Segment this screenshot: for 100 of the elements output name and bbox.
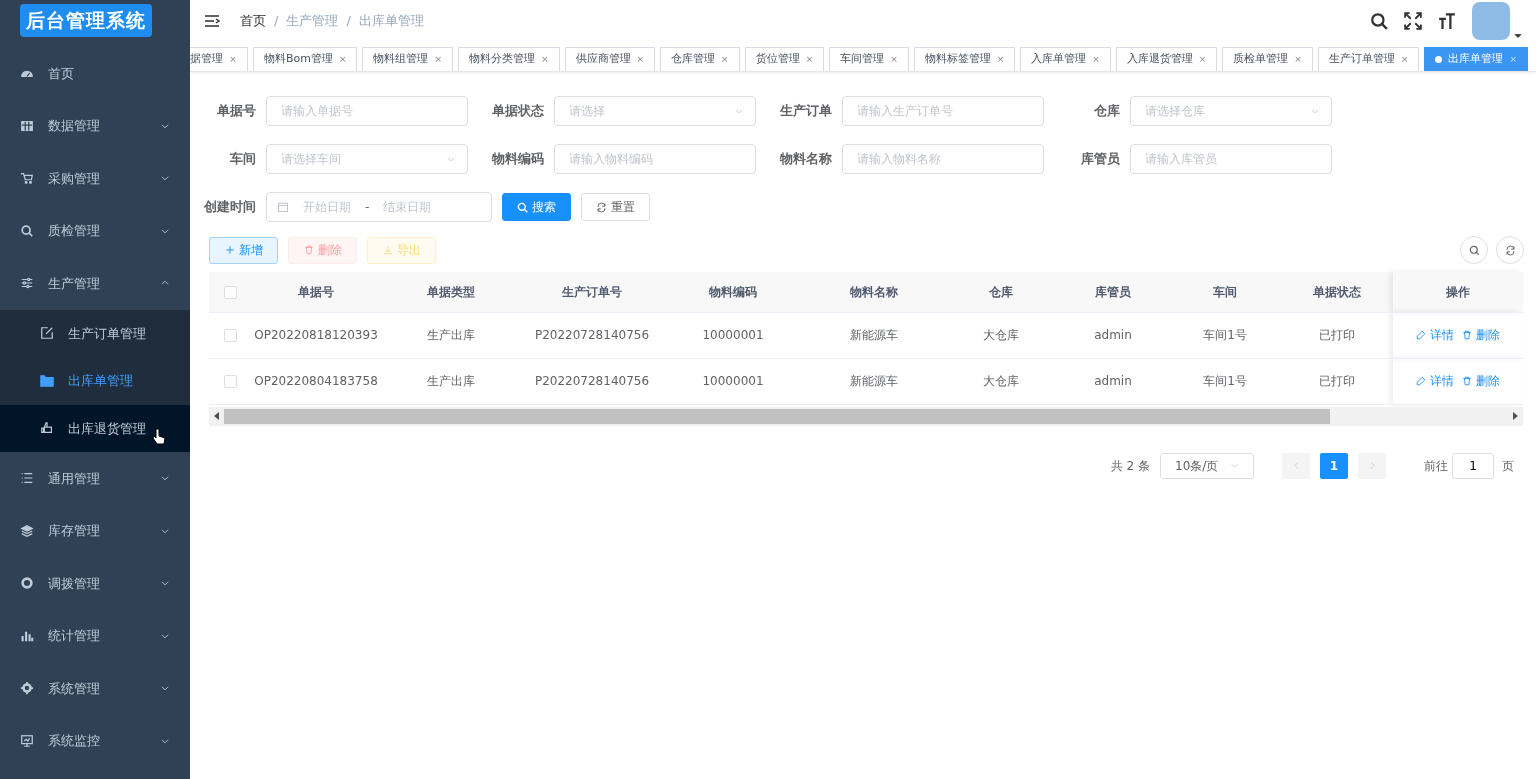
menu-item[interactable]: 首页 bbox=[0, 47, 190, 100]
select-all-checkbox[interactable] bbox=[223, 285, 237, 299]
tab[interactable]: 供应商管理 × bbox=[564, 47, 656, 71]
chevron-icon bbox=[1230, 461, 1239, 470]
input-field[interactable]: 请输入生产订单号 bbox=[842, 96, 1044, 126]
chevron-icon bbox=[1310, 106, 1320, 116]
table-cell: 车间1号 bbox=[1203, 328, 1247, 342]
detail-link[interactable]: 详情 bbox=[1416, 325, 1454, 344]
tab[interactable]: 物料Bom管理 × bbox=[252, 47, 358, 71]
date-range-field[interactable]: 开始日期 - 结束日期 bbox=[266, 192, 492, 222]
menu-item[interactable]: 采购管理 bbox=[0, 152, 190, 205]
tab[interactable]: 仓库管理 × bbox=[660, 47, 740, 71]
tab[interactable]: 入库退货管理 × bbox=[1115, 47, 1218, 71]
table-cell: 生产出库 bbox=[427, 328, 475, 342]
field-label: 生产订单 bbox=[779, 102, 832, 121]
input-field[interactable]: 请输入库管员 bbox=[1130, 144, 1332, 174]
close-icon[interactable]: × bbox=[1198, 52, 1207, 67]
reset-button[interactable]: 重置 bbox=[581, 193, 650, 221]
row-checkbox[interactable] bbox=[223, 329, 237, 342]
column-header: 物料编码 bbox=[709, 284, 757, 299]
column-header: 单据状态 bbox=[1313, 284, 1361, 299]
close-icon[interactable]: × bbox=[229, 52, 237, 67]
tab[interactable]: 货位管理 × bbox=[744, 47, 825, 71]
scroll-left-icon[interactable] bbox=[213, 412, 221, 420]
field-label: 车间 bbox=[229, 150, 256, 169]
refresh-icon bbox=[596, 201, 607, 213]
menu-item[interactable]: 系统管理 bbox=[0, 662, 190, 715]
tab[interactable]: 质检单管理 × bbox=[1222, 47, 1313, 71]
chevron-right-icon bbox=[1367, 461, 1377, 470]
thumb-icon bbox=[40, 421, 54, 436]
total-count: 共 2 条 bbox=[1110, 457, 1150, 475]
menu-item[interactable]: 生产管理 bbox=[0, 257, 190, 310]
input-field[interactable]: 请输入物料名称 bbox=[842, 144, 1044, 174]
table-cell: 新能源车 bbox=[850, 328, 898, 342]
breadcrumb-item: 出库单管理 bbox=[358, 12, 424, 31]
table-cell: P20220728140756 bbox=[534, 374, 650, 388]
folder-icon bbox=[40, 373, 54, 388]
close-icon[interactable]: × bbox=[996, 52, 1005, 67]
tab[interactable]: 据管理 × bbox=[190, 47, 248, 71]
search-toggle-button[interactable] bbox=[1460, 236, 1488, 264]
close-icon[interactable]: × bbox=[1092, 52, 1100, 67]
menu-item[interactable]: 数据管理 bbox=[0, 99, 190, 152]
menu-item[interactable]: 质检管理 bbox=[0, 204, 190, 257]
delete-link[interactable]: 删除 bbox=[1462, 371, 1500, 390]
submenu-item[interactable]: 出库单管理 bbox=[0, 357, 190, 405]
close-icon[interactable]: × bbox=[721, 52, 729, 67]
menu-item[interactable]: 系统监控 bbox=[0, 714, 190, 767]
next-page-button[interactable] bbox=[1358, 452, 1386, 479]
menu-item[interactable]: 通用管理 bbox=[0, 452, 190, 505]
active-dot-icon bbox=[1435, 56, 1443, 63]
tab[interactable]: 物料标签管理 × bbox=[913, 47, 1016, 71]
close-icon[interactable]: × bbox=[434, 52, 442, 67]
menu-item[interactable]: 库存管理 bbox=[0, 504, 190, 557]
horizontal-scrollbar[interactable] bbox=[209, 406, 1523, 426]
grid-icon bbox=[20, 118, 34, 133]
column-header: 单据号 bbox=[298, 284, 334, 299]
table-cell: 已打印 bbox=[1319, 374, 1355, 388]
tab[interactable]: 入库单管理 × bbox=[1020, 47, 1111, 71]
close-icon[interactable]: × bbox=[541, 52, 549, 67]
column-header: 生产订单号 bbox=[562, 284, 622, 299]
gear-icon bbox=[20, 681, 34, 696]
input-field[interactable]: 请输入单据号 bbox=[266, 96, 468, 126]
chevron-left-icon bbox=[1291, 461, 1301, 470]
menu-item[interactable]: 调拨管理 bbox=[0, 557, 190, 610]
prev-page-button[interactable] bbox=[1282, 452, 1310, 479]
close-icon[interactable]: × bbox=[636, 52, 645, 67]
goto-page-field[interactable]: 1 bbox=[1452, 452, 1494, 479]
select-field[interactable]: 请选择仓库 bbox=[1130, 96, 1332, 126]
refresh-button[interactable] bbox=[1496, 236, 1524, 264]
detail-link[interactable]: 详情 bbox=[1416, 371, 1454, 390]
edit-icon bbox=[40, 326, 54, 341]
menu-item[interactable]: 统计管理 bbox=[0, 609, 190, 662]
tab[interactable]: 车间管理 × bbox=[829, 47, 909, 71]
select-field[interactable]: 请选择车间 bbox=[266, 144, 468, 174]
avatar[interactable] bbox=[1472, 2, 1510, 40]
close-icon[interactable]: × bbox=[1294, 52, 1302, 67]
close-icon[interactable]: × bbox=[1400, 52, 1409, 67]
field-label: 创建时间 bbox=[204, 198, 256, 217]
calendar-icon bbox=[277, 201, 289, 213]
delete-link[interactable]: 删除 bbox=[1462, 325, 1500, 344]
tab[interactable]: 物料组管理 × bbox=[362, 47, 453, 71]
field-label: 单据号 bbox=[216, 102, 256, 121]
search-icon bbox=[1468, 244, 1480, 256]
scroll-right-icon[interactable] bbox=[1511, 412, 1519, 420]
close-icon[interactable]: × bbox=[890, 52, 898, 67]
column-header: 单据类型 bbox=[427, 284, 475, 299]
field-label: 库管员 bbox=[1080, 150, 1120, 169]
tab[interactable]: 生产订单管理 × bbox=[1317, 47, 1420, 71]
submenu-item[interactable]: 生产订单管理 bbox=[0, 309, 190, 357]
chevron-icon bbox=[734, 106, 744, 116]
tab[interactable]: 物料分类管理 × bbox=[458, 47, 560, 71]
table-cell: OP20220804183758 bbox=[254, 374, 378, 388]
row-checkbox[interactable] bbox=[223, 375, 237, 388]
page-size-select[interactable]: 10条/页 bbox=[1160, 452, 1254, 479]
close-icon[interactable]: × bbox=[338, 52, 347, 67]
breadcrumb-item[interactable]: 首页 bbox=[240, 11, 266, 31]
close-icon[interactable]: × bbox=[805, 52, 814, 67]
table-cell: 大仓库 bbox=[983, 374, 1019, 388]
select-field[interactable]: 请选择 bbox=[554, 96, 756, 126]
submenu-item[interactable]: 出库退货管理 bbox=[0, 404, 190, 452]
